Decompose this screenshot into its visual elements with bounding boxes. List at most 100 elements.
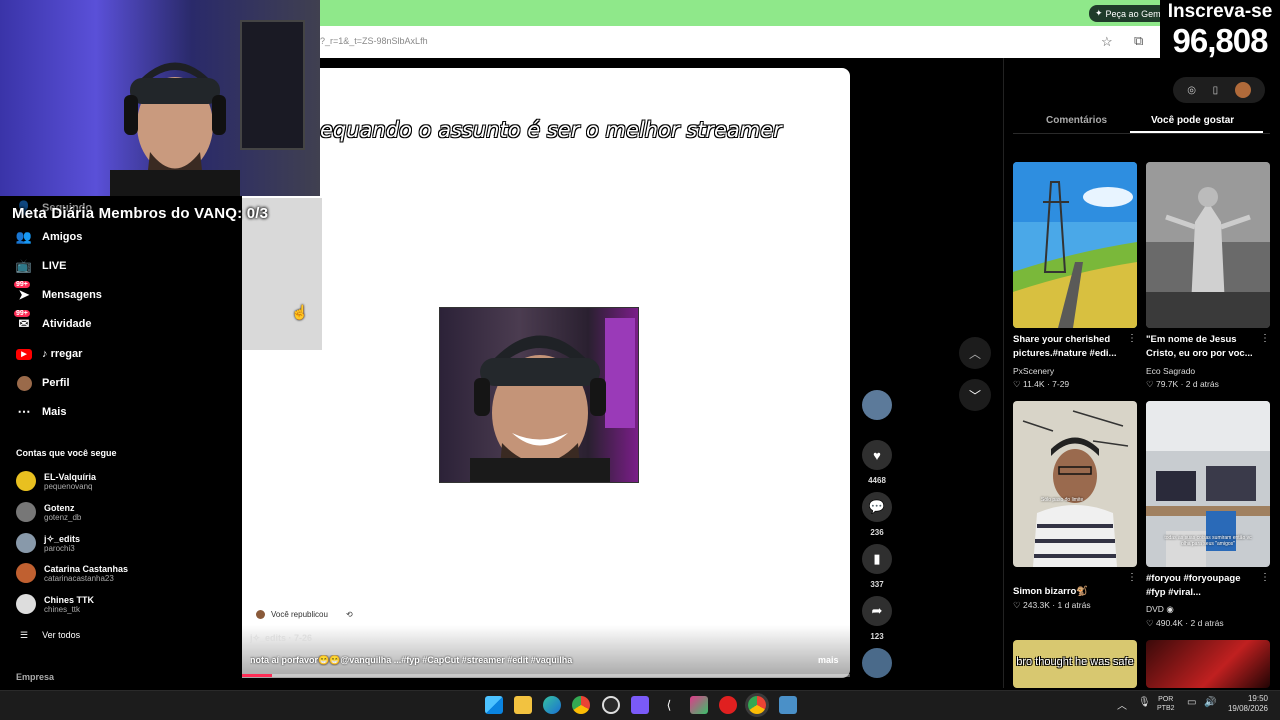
account-handle: parochi3 bbox=[44, 543, 75, 553]
account-avatar bbox=[16, 471, 36, 491]
see-all-link[interactable]: ☰ Ver todos bbox=[20, 630, 80, 641]
card-author[interactable]: Eco Sagrado bbox=[1146, 366, 1195, 376]
sidebar-item-atividade[interactable]: ✉ 99+ Atividade bbox=[14, 310, 92, 332]
comment-button[interactable]: 💬 bbox=[862, 492, 892, 522]
sidebar-item-mais[interactable]: ⋯ Mais bbox=[16, 404, 67, 420]
clock[interactable]: 19:50 19/08/2026 bbox=[1222, 694, 1268, 714]
microphone-icon[interactable]: 🎙 bbox=[1138, 697, 1151, 708]
save-button[interactable]: ▮ bbox=[862, 544, 892, 574]
recommended-video-thumbnail[interactable]: todas as suas coisas sumiram então vc ol… bbox=[1146, 401, 1270, 567]
card-more-icon[interactable]: ⋮ bbox=[1127, 333, 1137, 344]
card-author[interactable]: DVD ◉ bbox=[1146, 604, 1174, 615]
keyboard-language[interactable]: POR PTB2 bbox=[1157, 695, 1175, 713]
app-icon[interactable] bbox=[690, 696, 708, 714]
card-title[interactable]: Simon bizarro🐒 bbox=[1013, 585, 1125, 599]
gemini-button[interactable]: ✦ Peça ao Gem bbox=[1089, 5, 1167, 22]
followed-account[interactable]: Catarina Castanhas catarinacastanha23 bbox=[16, 563, 128, 583]
webcam-overlay bbox=[0, 0, 320, 196]
sidebar-item-live[interactable]: 📺 LIVE bbox=[15, 258, 67, 274]
like-count: 4468 bbox=[868, 476, 886, 485]
activity-icon: ✉ 99+ bbox=[14, 310, 30, 331]
tab-voce-pode-gostar[interactable]: Você pode gostar bbox=[1151, 115, 1234, 126]
recommended-video-thumbnail[interactable]: Sólo paso do limite bbox=[1013, 401, 1137, 567]
account-name: Catarina Castanhas bbox=[44, 563, 129, 574]
card-author-name: DVD bbox=[1146, 604, 1164, 614]
card-date: 2 d atrás bbox=[1190, 618, 1224, 628]
followed-account[interactable]: Chines TTK chines_ttk bbox=[16, 594, 94, 614]
account-avatar bbox=[16, 563, 36, 583]
chrome-icon[interactable] bbox=[572, 696, 590, 714]
sidebar-item-upload[interactable]: ▶ ♪ rregar bbox=[16, 346, 82, 362]
file-explorer-icon[interactable] bbox=[514, 696, 532, 714]
recommended-video-thumbnail[interactable] bbox=[1013, 162, 1137, 328]
card-likes: 79.7K bbox=[1155, 379, 1179, 389]
sidebar-item-label: Perfil bbox=[42, 377, 70, 389]
previous-video-button[interactable]: ︿ bbox=[959, 337, 991, 369]
sidebar-item-label: Amigos bbox=[42, 231, 83, 243]
card-title[interactable]: #foryou #foryoupage #fyp #viral... bbox=[1146, 572, 1258, 600]
card-more-icon[interactable]: ⋮ bbox=[1260, 333, 1270, 344]
followed-account[interactable]: j✧_edits parochi3 bbox=[16, 533, 80, 553]
followed-account[interactable]: Gotenz gotenz_db bbox=[16, 502, 81, 522]
wall-poster bbox=[240, 20, 305, 150]
card-likes: 490.4K bbox=[1155, 618, 1183, 628]
extensions-icon[interactable]: ⧉ bbox=[1134, 33, 1143, 49]
monitor-icon[interactable]: ▭ bbox=[1187, 697, 1196, 708]
recommended-video-thumbnail[interactable]: bro thought he was safe bbox=[1013, 640, 1137, 688]
sidebar-item-label: ♪ rregar bbox=[42, 348, 83, 360]
share-button[interactable]: ➦ bbox=[862, 596, 892, 626]
music-disc-avatar[interactable] bbox=[862, 648, 892, 678]
card-more-icon[interactable]: ⋮ bbox=[1260, 572, 1270, 583]
sidebar-item-label: Mais bbox=[42, 406, 67, 418]
recommended-video-thumbnail[interactable] bbox=[1146, 162, 1270, 328]
recommended-video-thumbnail[interactable] bbox=[1146, 640, 1270, 688]
creator-avatar[interactable] bbox=[862, 390, 892, 420]
language-code: POR bbox=[1158, 696, 1174, 703]
verified-icon: ◉ bbox=[1166, 604, 1174, 614]
capcut-icon[interactable]: ⟨ bbox=[660, 696, 678, 714]
card-date: 7-29 bbox=[1052, 379, 1070, 389]
comment-icon: 💬 bbox=[868, 499, 886, 514]
sidebar-item-amigos[interactable]: 👥 Amigos bbox=[16, 229, 82, 245]
account-handle: gotenz_db bbox=[44, 512, 82, 522]
card-more-icon[interactable]: ⋮ bbox=[1127, 572, 1137, 583]
next-video-button[interactable]: ﹀ bbox=[959, 379, 991, 411]
obs-icon[interactable] bbox=[719, 696, 737, 714]
chrome-active-icon[interactable] bbox=[748, 696, 766, 714]
speaker-icon[interactable]: 🔊 bbox=[1204, 697, 1216, 708]
phone-icon[interactable]: ▯ bbox=[1213, 85, 1219, 96]
live-icon: 📺 bbox=[15, 258, 33, 273]
compass-icon[interactable]: ◎ bbox=[1187, 85, 1196, 96]
sidebar-item-mensagens[interactable]: ➤ 99+ Mensagens bbox=[14, 281, 102, 303]
like-button[interactable]: ♥ bbox=[862, 440, 892, 470]
account-name: EL-Valquíria bbox=[44, 471, 97, 482]
tray-chevron-up-icon[interactable]: ︿ bbox=[1117, 697, 1127, 712]
edge-icon[interactable] bbox=[543, 696, 561, 714]
description-more-link[interactable]: mais bbox=[818, 655, 839, 665]
card-title[interactable]: "Em nome de Jesus Cristo, eu oro por voc… bbox=[1146, 333, 1258, 361]
gemini-icon: ✦ bbox=[1095, 8, 1103, 18]
card-author[interactable]: PxScenery bbox=[1013, 366, 1054, 376]
account-name: Gotenz bbox=[44, 502, 75, 513]
user-avatar[interactable] bbox=[1234, 82, 1251, 98]
url-text[interactable]: ?_r=1&_t=ZS-98nSlbAxLfh bbox=[320, 36, 428, 46]
card-title[interactable]: Share your cherished pictures.#nature #e… bbox=[1013, 333, 1125, 361]
chatgpt-icon[interactable] bbox=[602, 696, 620, 714]
video-author[interactable]: j✧_edits · 7-26 bbox=[250, 633, 312, 644]
windows-start-icon[interactable] bbox=[485, 696, 503, 714]
keyboard-layout: PTB2 bbox=[1157, 705, 1175, 712]
address-bar[interactable] bbox=[320, 26, 1160, 58]
app-grid-icon[interactable] bbox=[631, 696, 649, 714]
reposted-indicator[interactable]: Você republicou ⟲ bbox=[256, 610, 353, 619]
company-link[interactable]: Empresa bbox=[16, 672, 54, 682]
video-progress-track[interactable] bbox=[242, 674, 850, 677]
tab-comentarios[interactable]: Comentários bbox=[1046, 115, 1107, 126]
share-count: 123 bbox=[870, 632, 884, 641]
clock-time: 19:50 bbox=[1247, 694, 1268, 703]
video-bottom-gradient bbox=[242, 625, 850, 678]
subscribe-label: Inscreva-se bbox=[1167, 1, 1273, 22]
app-window-icon[interactable] bbox=[779, 696, 797, 714]
sidebar-item-perfil[interactable]: Perfil bbox=[16, 375, 70, 391]
followed-account[interactable]: EL-Valquíria pequenovanq bbox=[16, 471, 96, 491]
bookmark-star-icon[interactable]: ☆ bbox=[1101, 34, 1113, 50]
